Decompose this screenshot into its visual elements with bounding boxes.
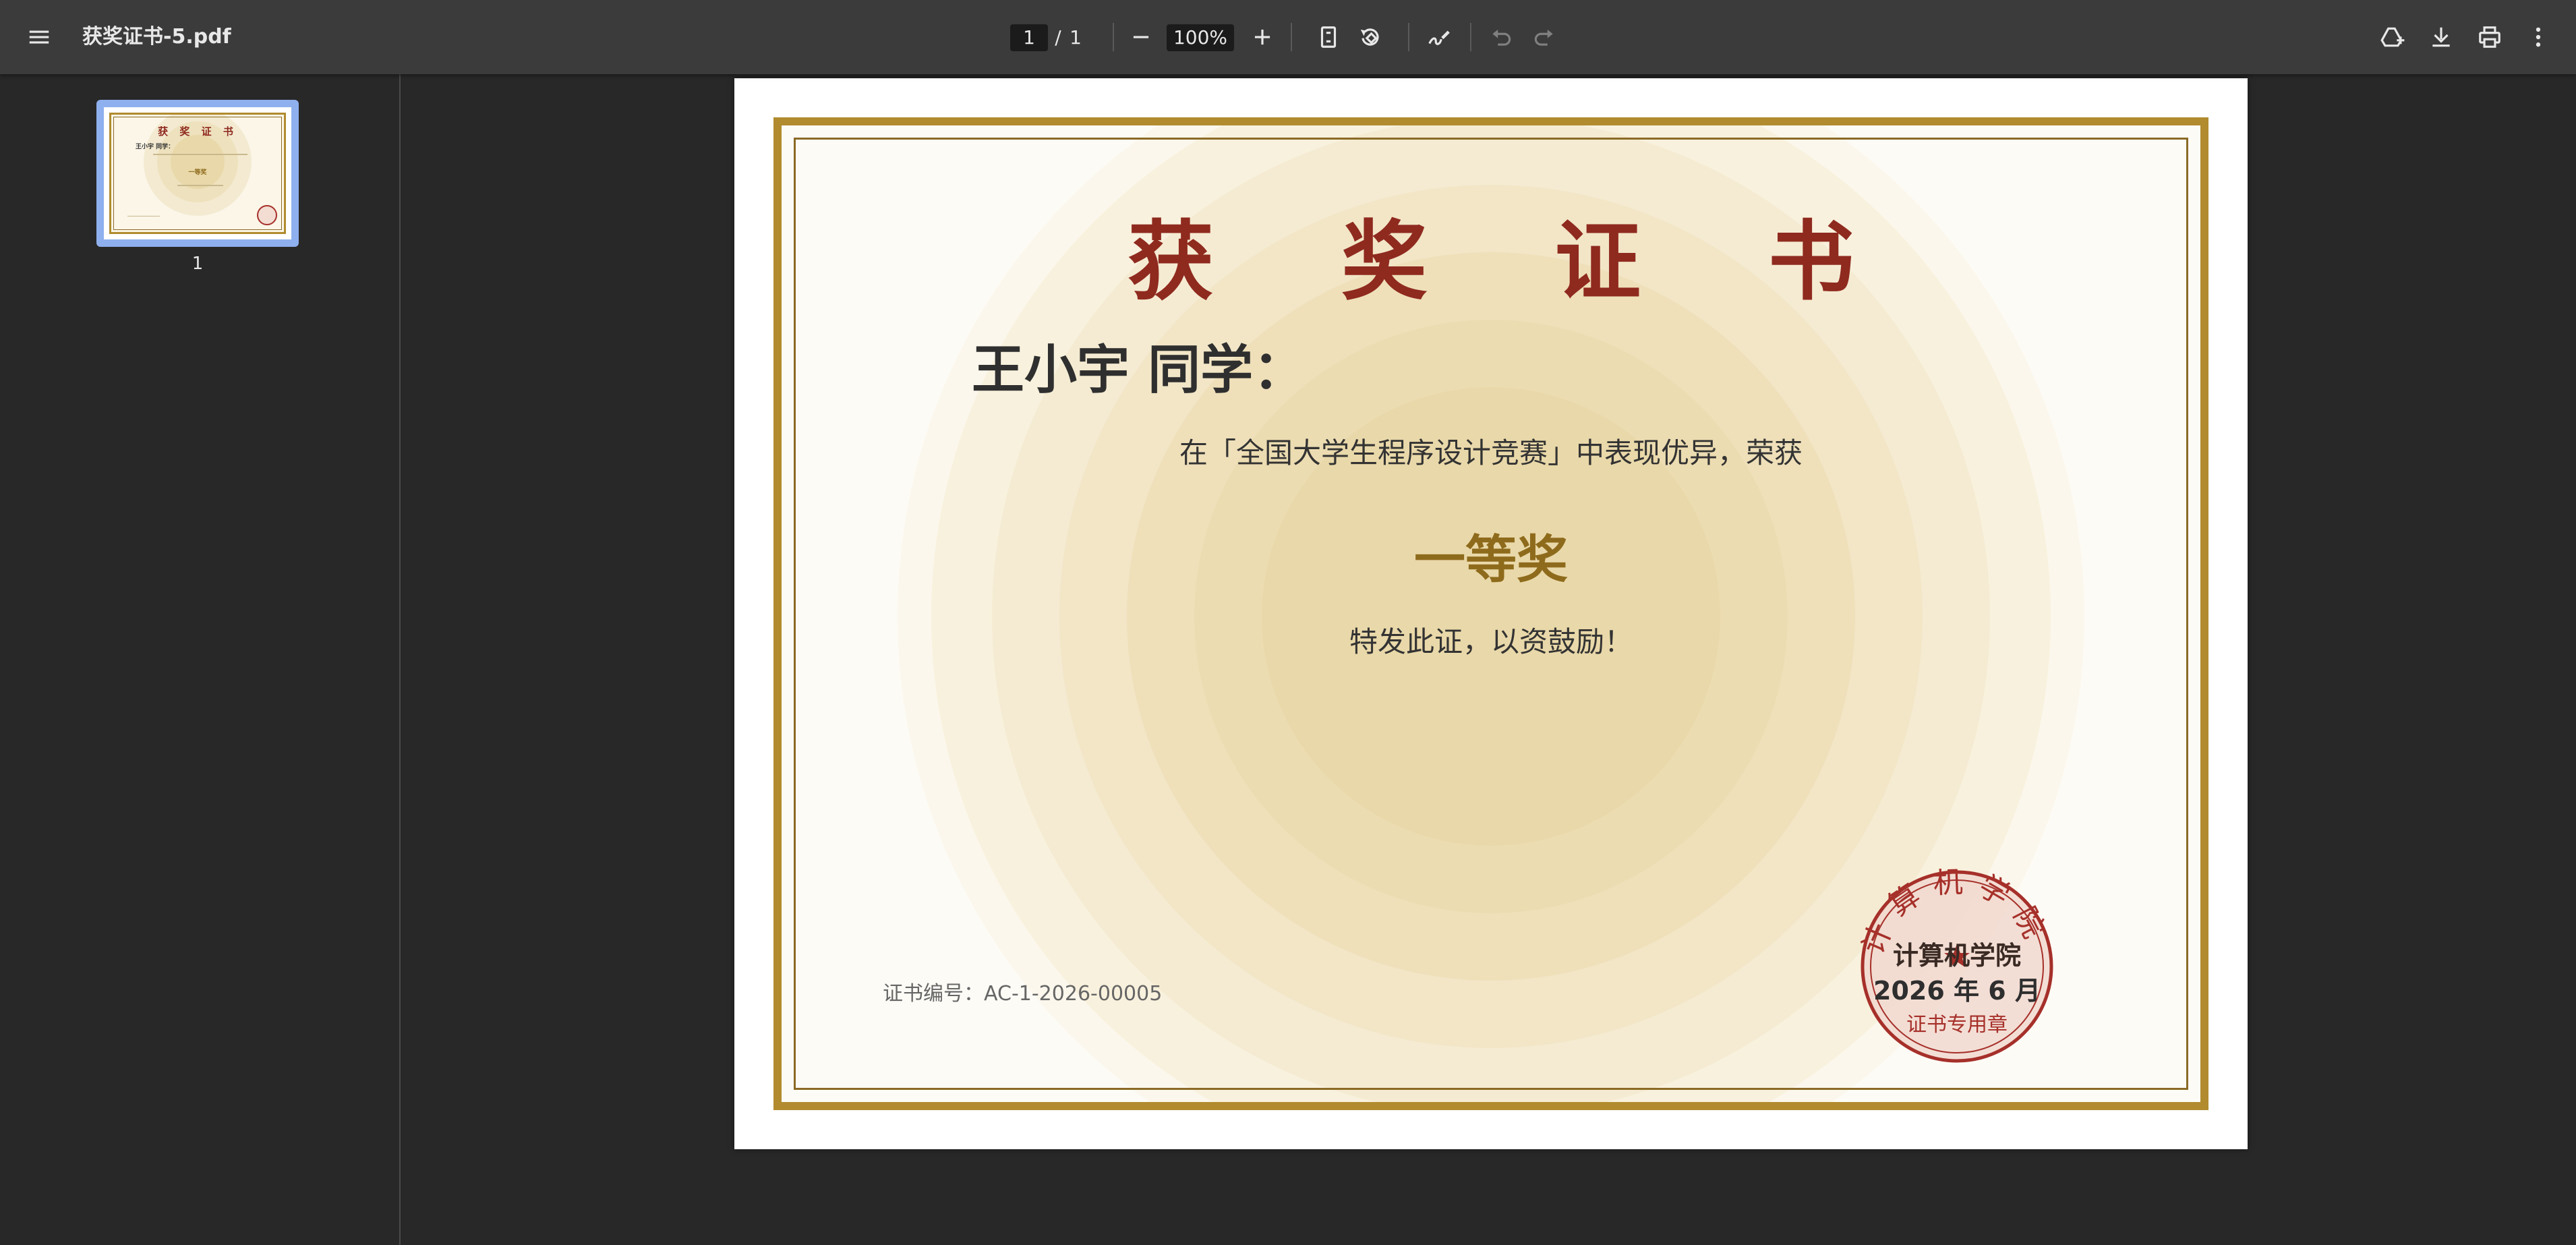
zoom-in-button[interactable]: [1238, 13, 1287, 61]
print-icon: [2479, 26, 2500, 48]
download-button[interactable]: [2417, 13, 2465, 61]
document-viewer[interactable]: 获 奖 证 书 王小宇 同学： 在「全国大学生程序设计竞赛」中表现优异，荣获 一…: [401, 74, 2576, 1245]
undo-button[interactable]: [1477, 13, 1525, 61]
more-options-button[interactable]: [2514, 13, 2563, 61]
pen-icon: [1428, 30, 1450, 45]
zoom-out-button[interactable]: [1117, 13, 1165, 61]
seal-label: 证书专用章: [1906, 1013, 2008, 1037]
download-icon: [2432, 27, 2450, 47]
toolbar-divider: [1470, 23, 1471, 51]
thumbnail-text-line: [177, 185, 223, 186]
seal-organization: 计算机学院: [1892, 941, 2021, 971]
rotate-icon: [1360, 28, 1379, 46]
zoom-input[interactable]: 100%: [1167, 24, 1234, 51]
thumbnail-text-line: [153, 154, 247, 155]
recipient-name: 王小宇 同学：: [972, 340, 1306, 401]
document-title: 获奖证书-5.pdf: [82, 25, 231, 49]
total-pages: 1: [1070, 26, 1082, 49]
toolbar: 获奖证书-5.pdf 1 / 1 100%: [0, 0, 2576, 74]
thumbnail-sidebar: 获 奖 证 书 王小宇 同学： 一等奖 1: [0, 74, 401, 1245]
thumbnail-award: 一等奖: [188, 169, 207, 176]
thumbnail-page-preview: 获 奖 证 书 王小宇 同学： 一等奖: [104, 107, 291, 239]
minus-icon: [1133, 36, 1149, 38]
page-thumbnail-1[interactable]: 获 奖 证 书 王小宇 同学： 一等奖: [96, 100, 299, 247]
page-number-input[interactable]: 1: [1010, 24, 1048, 51]
plus-icon: [1254, 29, 1270, 45]
pdf-page: 获 奖 证 书 王小宇 同学： 在「全国大学生程序设计竞赛」中表现优异，荣获 一…: [734, 78, 2248, 1149]
fit-page-icon: [1320, 26, 1337, 48]
undo-icon: [1492, 29, 1511, 46]
certificate-number: 证书编号：AC-1-2026-00005: [883, 982, 1163, 1006]
save-to-drive-button[interactable]: [2368, 13, 2417, 61]
redo-button[interactable]: [1520, 13, 1569, 61]
thumbnail-certificate: 获 奖 证 书 王小宇 同学： 一等奖: [109, 113, 286, 234]
certificate-title: 获 奖 证 书: [1128, 212, 1903, 312]
toolbar-divider: [1408, 23, 1409, 51]
redo-icon: [1534, 29, 1553, 46]
thumbnail-page-label: 1: [192, 254, 204, 274]
toolbar-divider: [1291, 23, 1292, 51]
rotate-button[interactable]: [1346, 13, 1395, 61]
menu-button[interactable]: [15, 13, 63, 61]
page-separator: /: [1055, 26, 1061, 49]
certificate-body-line: 在「全国大学生程序设计竞赛」中表现优异，荣获: [1179, 436, 1803, 469]
official-seal: 计算机学院 计算机学院 2026 年 6 月 证书专用章: [1859, 869, 2055, 1064]
toolbar-divider: [1113, 23, 1114, 51]
thumbnail-title: 获 奖 证 书: [158, 125, 237, 138]
menu-icon: [29, 30, 49, 44]
annotate-button[interactable]: [1415, 13, 1463, 61]
certificate-closing-line: 特发此证，以资鼓励！: [1349, 625, 1633, 658]
thumbnail-recipient: 王小宇 同学：: [136, 144, 175, 150]
thumbnail-seal: [257, 205, 277, 225]
more-vertical-icon: [2536, 27, 2541, 47]
drive-add-icon: [2380, 27, 2405, 47]
award-level: 一等奖: [1414, 529, 1568, 589]
certificate-outer-border: 获 奖 证 书 王小宇 同学： 在「全国大学生程序设计竞赛」中表现优异，荣获 一…: [773, 117, 2208, 1110]
seal-date: 2026 年 6 月: [1873, 976, 2041, 1006]
print-button[interactable]: [2465, 13, 2514, 61]
